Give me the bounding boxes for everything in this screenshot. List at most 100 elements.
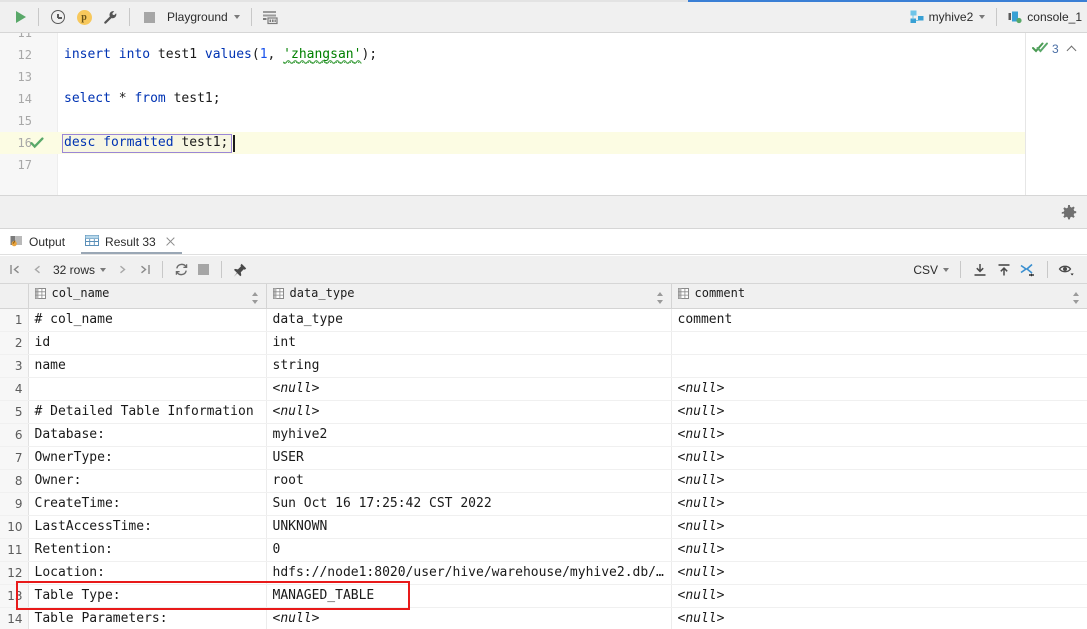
query-history-button[interactable] — [45, 5, 71, 30]
inspection-summary[interactable]: 3 — [1026, 33, 1087, 57]
row-count-selector[interactable]: 32 rows — [48, 263, 111, 277]
table-row[interactable]: 3 name string — [0, 354, 1087, 378]
sort-arrows-icon[interactable] — [656, 291, 665, 305]
row-number[interactable]: 13 — [0, 584, 29, 608]
row-number[interactable]: 1 — [0, 308, 29, 332]
gear-icon[interactable] — [1059, 203, 1079, 223]
upload-icon[interactable] — [992, 259, 1016, 281]
chevron-up-icon[interactable] — [1068, 44, 1077, 53]
table-row[interactable]: 1 # col_name data_type comment — [0, 308, 1087, 332]
table-row[interactable]: 2 id int — [0, 331, 1087, 355]
table-row[interactable]: 13 Table Type: MANAGED_TABLE <null> — [0, 584, 1087, 608]
line-code[interactable]: desc formatted test1; — [64, 132, 228, 154]
download-icon[interactable] — [968, 259, 992, 281]
cell-data-type[interactable]: <null> — [266, 400, 672, 424]
cell-data-type[interactable]: hdfs://node1:8020/user/hive/warehouse/my… — [266, 561, 672, 585]
stop-button[interactable] — [136, 5, 162, 30]
cell-data-type[interactable]: root — [266, 469, 672, 493]
row-number[interactable]: 8 — [0, 469, 29, 493]
table-row[interactable]: 8 Owner: root <null> — [0, 469, 1087, 493]
cell-col-name[interactable]: Table Type: — [28, 584, 267, 608]
database-selector[interactable]: myhive2 — [905, 6, 991, 28]
row-number[interactable]: 10 — [0, 515, 29, 539]
cell-comment[interactable]: <null> — [671, 377, 1087, 401]
row-number[interactable]: 3 — [0, 354, 29, 378]
row-number-header[interactable] — [0, 284, 29, 309]
table-row[interactable]: 14 Table Parameters: <null> <null> — [0, 607, 1087, 629]
sql-editor[interactable]: 11 12 insert into test1 values(1, 'zhang… — [0, 33, 1087, 195]
cell-comment[interactable]: <null> — [671, 492, 1087, 516]
session-settings-button[interactable] — [97, 5, 123, 30]
cell-data-type[interactable]: data_type — [266, 308, 672, 332]
table-row[interactable]: 4 <null> <null> — [0, 377, 1087, 401]
cell-col-name[interactable]: Database: — [28, 423, 267, 447]
cell-data-type[interactable]: myhive2 — [266, 423, 672, 447]
cell-comment[interactable]: <null> — [671, 446, 1087, 470]
row-number[interactable]: 7 — [0, 446, 29, 470]
eye-icon[interactable] — [1055, 259, 1079, 281]
cell-col-name[interactable]: Location: — [28, 561, 267, 585]
refresh-icon[interactable] — [170, 259, 192, 281]
prev-page-icon[interactable] — [26, 259, 48, 281]
export-format-selector[interactable]: CSV — [909, 263, 953, 277]
line-code[interactable]: select * from test1; — [64, 88, 221, 110]
cell-comment[interactable]: <null> — [671, 538, 1087, 562]
column-header-comment[interactable]: comment — [671, 284, 1087, 309]
cell-data-type[interactable]: int — [266, 331, 672, 355]
compare-icon[interactable] — [1016, 259, 1040, 281]
results-data-grid[interactable]: col_name data_type comment 1 # col_name … — [0, 284, 1087, 629]
cell-col-name[interactable]: LastAccessTime: — [28, 515, 267, 539]
cell-col-name[interactable]: Owner: — [28, 469, 267, 493]
schema-switcher-button[interactable] — [258, 5, 284, 30]
sort-arrows-icon[interactable] — [1072, 291, 1081, 305]
row-number[interactable]: 12 — [0, 561, 29, 585]
close-icon[interactable] — [165, 236, 176, 247]
cell-col-name[interactable]: # Detailed Table Information — [28, 400, 267, 424]
cell-col-name[interactable]: OwnerType: — [28, 446, 267, 470]
table-row[interactable]: 12 Location: hdfs://node1:8020/user/hive/w… — [0, 561, 1087, 585]
row-number[interactable]: 6 — [0, 423, 29, 447]
column-header-col-name[interactable]: col_name — [28, 284, 267, 309]
cell-data-type[interactable]: Sun Oct 16 17:25:42 CST 2022 — [266, 492, 672, 516]
cell-data-type[interactable]: UNKNOWN — [266, 515, 672, 539]
cell-comment[interactable]: comment — [671, 308, 1087, 332]
cell-col-name[interactable]: id — [28, 331, 267, 355]
row-number[interactable]: 4 — [0, 377, 29, 401]
first-page-icon[interactable] — [4, 259, 26, 281]
session-selector[interactable]: Playground — [162, 6, 245, 28]
cell-comment[interactable]: <null> — [671, 607, 1087, 629]
cell-comment[interactable] — [671, 331, 1087, 355]
cell-col-name[interactable]: Retention: — [28, 538, 267, 562]
cell-col-name[interactable]: Table Parameters: — [28, 607, 267, 629]
table-row[interactable]: 7 OwnerType: USER <null> — [0, 446, 1087, 470]
pin-icon[interactable] — [229, 259, 251, 281]
cell-comment[interactable]: <null> — [671, 423, 1087, 447]
cell-col-name[interactable]: CreateTime: — [28, 492, 267, 516]
cell-col-name[interactable]: # col_name — [28, 308, 267, 332]
tab-output[interactable]: Output — [0, 229, 75, 254]
table-row[interactable]: 5 # Detailed Table Information <null> <null… — [0, 400, 1087, 424]
row-number[interactable]: 5 — [0, 400, 29, 424]
next-page-icon[interactable] — [111, 259, 133, 281]
cell-data-type[interactable]: MANAGED_TABLE — [266, 584, 672, 608]
last-page-icon[interactable] — [133, 259, 155, 281]
cell-col-name[interactable] — [28, 377, 267, 401]
sort-arrows-icon[interactable] — [251, 291, 260, 305]
row-number[interactable]: 2 — [0, 331, 29, 355]
table-row[interactable]: 9 CreateTime: Sun Oct 16 17:25:42 CST 2022… — [0, 492, 1087, 516]
cell-comment[interactable]: <null> — [671, 469, 1087, 493]
table-row[interactable]: 11 Retention: 0 <null> — [0, 538, 1087, 562]
row-number[interactable]: 14 — [0, 607, 29, 629]
run-button[interactable] — [6, 5, 32, 30]
cell-data-type[interactable]: USER — [266, 446, 672, 470]
console-selector[interactable]: console_1 — [1003, 6, 1087, 28]
cell-comment[interactable] — [671, 354, 1087, 378]
cell-comment[interactable]: <null> — [671, 561, 1087, 585]
stop-button-results[interactable] — [192, 259, 214, 281]
column-header-data-type[interactable]: data_type — [266, 284, 672, 309]
cell-comment[interactable]: <null> — [671, 400, 1087, 424]
row-number[interactable]: 9 — [0, 492, 29, 516]
cell-data-type[interactable]: <null> — [266, 607, 672, 629]
line-code[interactable]: insert into test1 values(1, 'zhangsan'); — [64, 44, 377, 66]
cell-col-name[interactable]: name — [28, 354, 267, 378]
